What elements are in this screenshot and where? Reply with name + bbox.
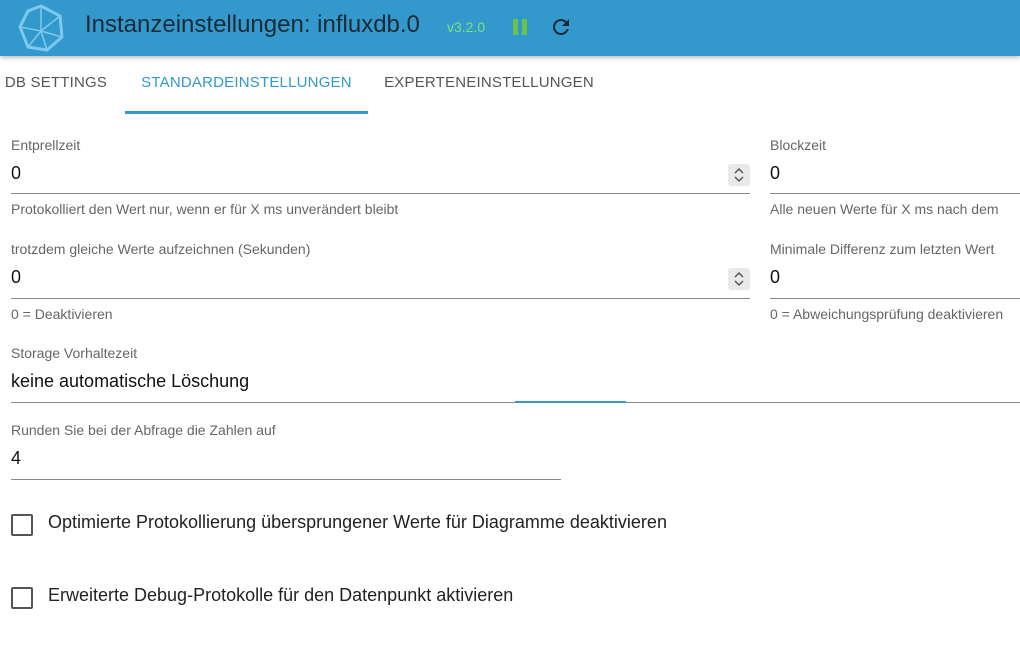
debug-logging-checkbox[interactable]	[11, 587, 33, 609]
debounce-input[interactable]: 0	[11, 163, 21, 184]
optimized-logging-label[interactable]: Optimierte Protokollierung übersprungene…	[48, 512, 667, 533]
round-label: Runden Sie bei der Abfrage die Zahlen au…	[11, 422, 276, 438]
spinner-arrows-icon	[734, 167, 744, 183]
round-underline	[11, 479, 561, 480]
pause-icon[interactable]	[510, 17, 530, 37]
debounce-label: Entprellzeit	[11, 137, 81, 153]
debounce-help: Protokolliert den Wert nur, wenn er für …	[11, 201, 399, 217]
round-input[interactable]: 4	[11, 448, 21, 469]
debounce-spinner[interactable]	[728, 164, 750, 186]
changes-relog-help: 0 = Deaktivieren	[11, 306, 113, 322]
retention-focus-bar	[515, 401, 626, 403]
spinner-arrows-icon	[734, 271, 744, 287]
tab-experteneinstellungen[interactable]: EXPERTENEINSTELLUNGEN	[370, 56, 608, 114]
tab-db-settings[interactable]: DB SETTINGS	[0, 56, 112, 114]
changes-relog-underline	[11, 298, 750, 299]
version-badge: v3.2.0	[447, 19, 486, 35]
blocktime-input[interactable]: 0	[770, 163, 780, 184]
app-header: Instanzeinstellungen: influxdb.0 v3.2.0	[0, 0, 1020, 56]
debug-logging-label[interactable]: Erweiterte Debug-Protokolle für den Date…	[48, 585, 513, 606]
iobroker-logo-icon	[18, 4, 64, 52]
active-tab-indicator	[125, 111, 368, 114]
min-diff-help: 0 = Abweichungsprüfung deaktivieren	[770, 306, 1004, 322]
changes-relog-input[interactable]: 0	[11, 267, 21, 288]
min-diff-underline	[770, 298, 1020, 299]
blocktime-help: Alle neuen Werte für X ms nach dem	[770, 201, 999, 217]
optimized-logging-checkbox[interactable]	[11, 514, 33, 536]
page-title: Instanzeinstellungen: influxdb.0	[85, 11, 420, 38]
blocktime-label: Blockzeit	[770, 137, 827, 153]
retention-label: Storage Vorhaltezeit	[11, 345, 138, 361]
blocktime-underline	[770, 193, 1020, 194]
changes-relog-spinner[interactable]	[728, 268, 750, 290]
retention-select[interactable]: keine automatische Löschung	[11, 371, 249, 392]
reload-icon[interactable]	[549, 15, 573, 39]
min-diff-label: Minimale Differenz zum letzten Wert	[770, 241, 995, 257]
tab-standardeinstellungen[interactable]: STANDARDEINSTELLUNGEN	[125, 56, 368, 114]
debounce-underline	[11, 193, 750, 194]
tab-bar: DB SETTINGS STANDARDEINSTELLUNGEN EXPERT…	[0, 56, 1020, 114]
min-diff-input[interactable]: 0	[770, 267, 780, 288]
changes-relog-label: trotzdem gleiche Werte aufzeichnen (Seku…	[11, 241, 311, 257]
